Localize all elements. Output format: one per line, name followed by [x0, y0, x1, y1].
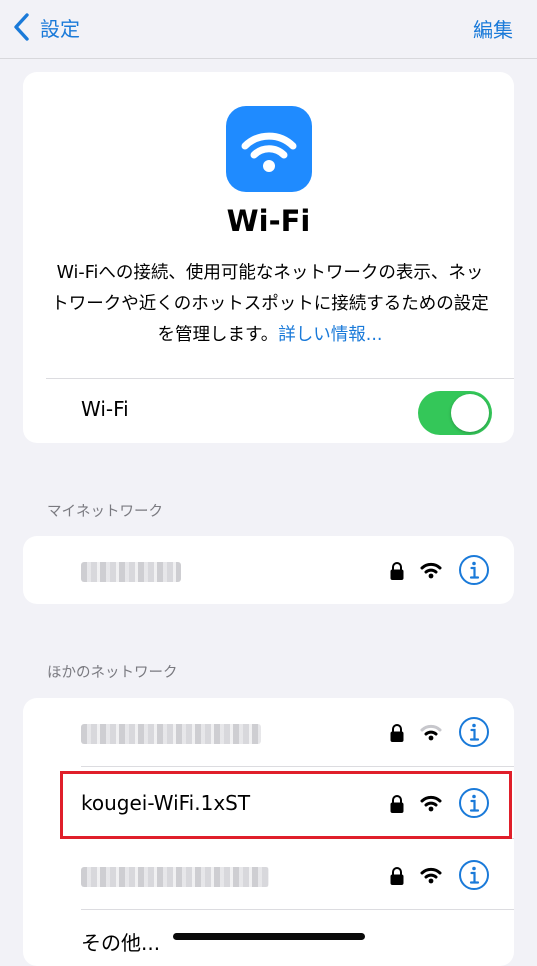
wifi-toggle-label: Wi-Fi: [81, 397, 129, 421]
lock-icon: [390, 867, 404, 885]
other-network-row[interactable]: その他...: [23, 914, 514, 966]
redacted-network-name: [81, 562, 181, 582]
info-icon[interactable]: [458, 716, 490, 748]
chevron-left-icon: [14, 13, 29, 41]
divider: [81, 909, 514, 910]
network-row[interactable]: [23, 538, 514, 603]
info-icon[interactable]: [458, 554, 490, 586]
my-networks-header: マイネットワーク: [47, 504, 163, 520]
learn-more-link[interactable]: 詳しい情報...: [278, 325, 382, 345]
description-text: Wi-Fiへの接続、使用可能なネットワークの表示、ネットワークや近くのホットスポ…: [51, 263, 489, 345]
wifi-description: Wi-Fiへの接続、使用可能なネットワークの表示、ネットワークや近くのホットスポ…: [51, 258, 489, 351]
edit-button[interactable]: 編集: [473, 14, 513, 43]
lock-icon: [390, 562, 404, 580]
toggle-knob: [451, 394, 489, 432]
wifi-icon: [241, 132, 297, 172]
wifi-toggle[interactable]: [418, 391, 492, 435]
my-networks-list: [23, 536, 514, 604]
wifi-info-card: Wi-Fi Wi-Fiへの接続、使用可能なネットワークの表示、ネットワークや近く…: [23, 72, 514, 443]
wifi-signal-icon: [420, 562, 442, 579]
page-title: Wi-Fi: [226, 204, 311, 238]
back-label: 設定: [40, 16, 80, 41]
network-row[interactable]: [23, 700, 514, 765]
home-indicator[interactable]: [173, 933, 365, 940]
other-networks-header: ほかのネットワーク: [47, 665, 178, 681]
back-button[interactable]: 設定: [12, 10, 80, 44]
network-row[interactable]: [23, 843, 514, 908]
redacted-network-name: [81, 867, 269, 887]
info-icon[interactable]: [458, 859, 490, 891]
redacted-network-name: [81, 724, 261, 744]
wifi-app-icon: [226, 106, 312, 192]
lock-icon: [390, 724, 404, 742]
wifi-signal-icon: [420, 867, 442, 884]
navigation-bar: 設定 編集: [0, 0, 537, 59]
other-network-label: その他...: [81, 931, 161, 955]
highlight-box: [60, 771, 512, 839]
divider: [46, 378, 514, 379]
divider: [81, 766, 514, 767]
wifi-signal-weak-icon: [420, 724, 442, 741]
